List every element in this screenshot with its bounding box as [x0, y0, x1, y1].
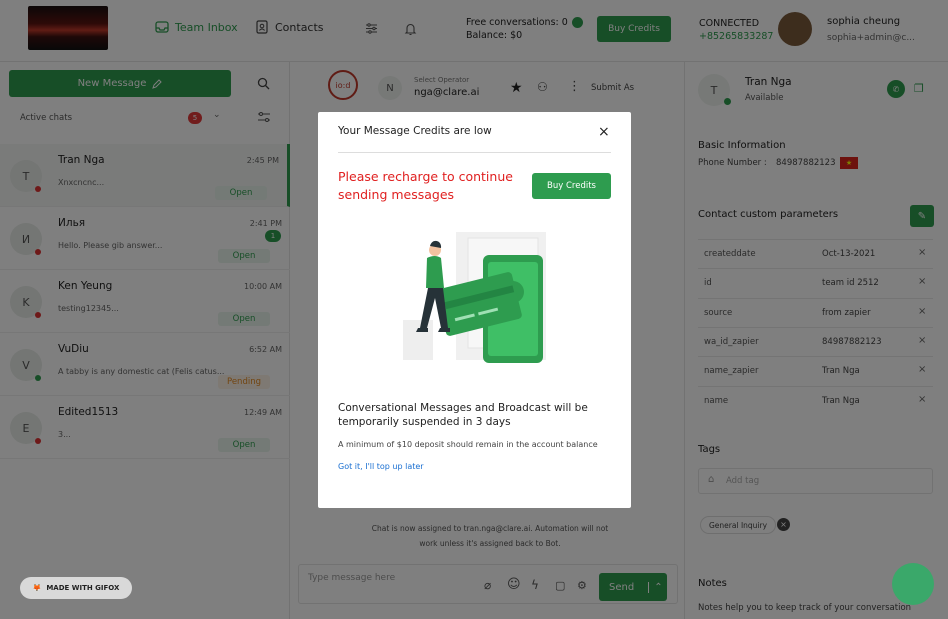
divider — [338, 152, 611, 153]
close-icon[interactable]: × — [598, 124, 610, 140]
gifox-watermark: 🦊 MADE WITH GIFOX — [20, 577, 132, 599]
modal-buy-credits-button[interactable]: Buy Credits — [532, 173, 611, 199]
suspension-heading: Conversational Messages and Broadcast wi… — [338, 402, 588, 428]
gifox-label: MADE WITH GIFOX — [46, 584, 120, 592]
dismiss-link[interactable]: Got it, I'll top up later — [338, 462, 424, 471]
pagoda-chat-icon[interactable] — [892, 563, 934, 605]
modal-title: Your Message Credits are low — [338, 125, 492, 137]
fox-icon: 🦊 — [32, 584, 42, 592]
low-credits-modal: Your Message Credits are low × Please re… — [318, 112, 631, 508]
recharge-warning: Please recharge to continue sending mess… — [338, 169, 513, 202]
credit-card-illustration — [403, 232, 546, 363]
minimum-deposit-note: A minimum of $10 deposit should remain i… — [338, 440, 598, 449]
